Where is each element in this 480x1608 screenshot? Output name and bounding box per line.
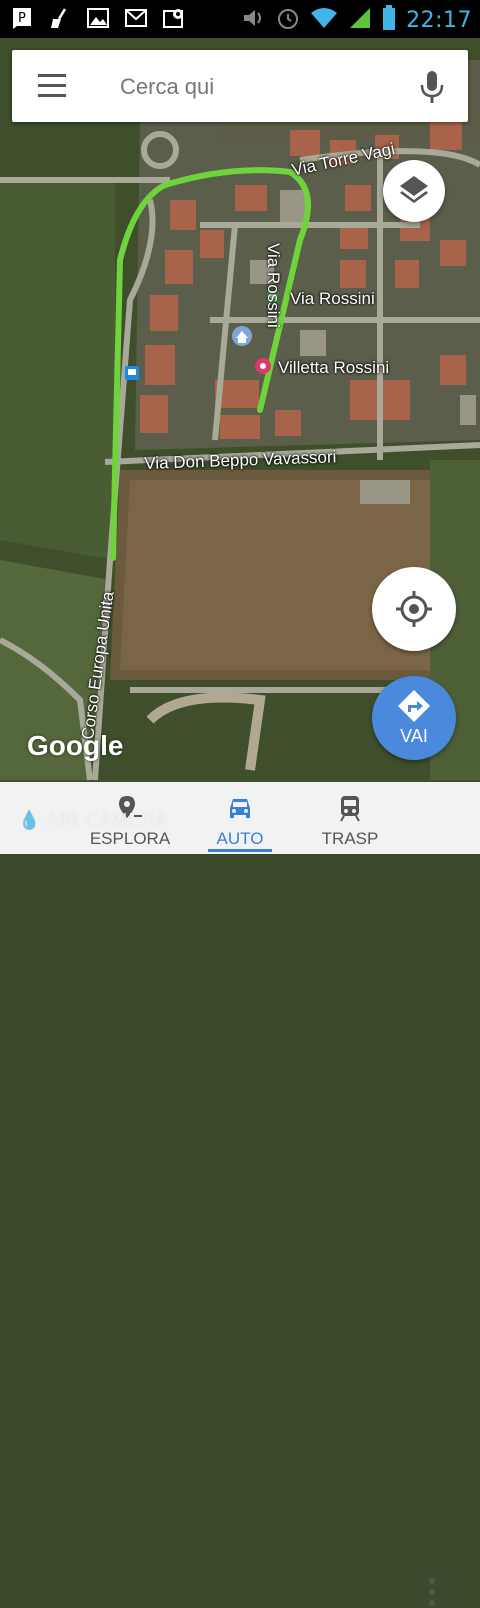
layers-button[interactable] — [383, 160, 445, 222]
svg-text:P: P — [18, 11, 26, 26]
clock: 22:17 — [406, 8, 472, 33]
layers-icon — [400, 176, 428, 203]
search-input[interactable] — [118, 68, 402, 106]
my-location-button[interactable] — [372, 567, 456, 651]
train-icon — [340, 796, 360, 822]
explore-pin-icon — [119, 796, 142, 818]
battery-icon — [382, 5, 396, 36]
street-label: Via Rossini — [290, 289, 375, 308]
place-label: Villetta Rossini — [278, 358, 390, 377]
map-notify-icon — [162, 6, 186, 30]
gmail-icon — [124, 6, 148, 30]
home-icon — [232, 326, 252, 346]
alarm-icon — [276, 6, 300, 35]
more-options-icon[interactable] — [420, 1578, 444, 1608]
menu-icon[interactable] — [38, 74, 68, 98]
microphone-icon[interactable] — [418, 70, 446, 104]
broom-icon — [48, 6, 72, 30]
tab-auto[interactable]: AUTO — [200, 782, 280, 854]
map-view[interactable]: Via Torre Vagi Via Rossini Via Rossini V… — [0, 38, 480, 782]
wifi-icon — [310, 7, 338, 34]
go-label: VAI — [400, 726, 428, 746]
search-bar[interactable] — [12, 50, 468, 122]
place-pin-icon — [255, 358, 271, 374]
bottom-nav: ESPLORA AUTO TRASP — [0, 782, 480, 1606]
bus-stop-icon — [125, 366, 139, 380]
signal-icon — [348, 7, 372, 34]
pin-notify-icon: P — [10, 6, 34, 30]
directions-icon — [398, 690, 430, 722]
google-logo: Google — [27, 730, 124, 761]
tab-transit[interactable]: TRASP — [300, 782, 400, 854]
active-tab-indicator — [208, 849, 272, 852]
street-label: Via Rossini — [264, 243, 283, 328]
satellite-imagery — [0, 38, 480, 782]
image-icon — [86, 6, 110, 30]
tab-explore[interactable]: ESPLORA — [80, 782, 180, 854]
car-icon — [230, 799, 250, 818]
status-bar: P 22:17 — [0, 0, 480, 38]
directions-button[interactable]: VAI — [372, 676, 456, 760]
volume-icon — [242, 7, 266, 34]
crosshair-icon — [396, 591, 432, 627]
